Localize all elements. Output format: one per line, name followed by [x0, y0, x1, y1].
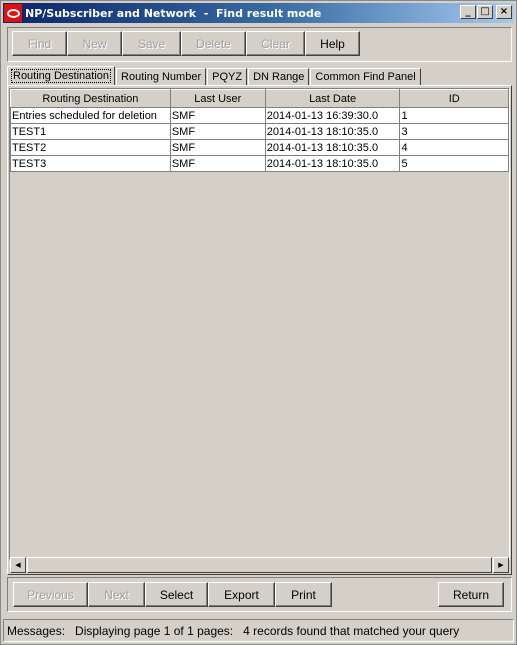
minimize-icon: _: [465, 6, 471, 17]
window-title: NP/Subscriber and Network - Find result …: [25, 6, 322, 20]
status-bar: Messages: Displaying page 1 of 1 pages: …: [3, 619, 514, 642]
close-button[interactable]: ×: [496, 5, 512, 19]
cell-id: 5: [399, 155, 509, 172]
delete-button[interactable]: Delete: [181, 31, 246, 56]
clear-button[interactable]: Clear: [246, 31, 305, 56]
cell-last-user: SMF: [169, 155, 266, 172]
scroll-left-button[interactable]: ◀: [10, 557, 26, 573]
tab-panel: Routing Destination Last User Last Date …: [7, 85, 512, 575]
results-table-container: Routing Destination Last User Last Date …: [9, 88, 510, 560]
tab-label: Routing Destination: [10, 69, 112, 83]
scroll-left-icon: ◀: [15, 561, 21, 569]
tab-bar: Routing Destination Routing Number PQYZ …: [7, 66, 422, 85]
table-header-row: Routing Destination Last User Last Date …: [10, 89, 509, 108]
maximize-button[interactable]: □: [477, 5, 493, 19]
cell-last-date: 2014-01-13 18:10:35.0: [264, 139, 401, 156]
navigation-bar: Previous Next Select Export Print Return: [7, 577, 512, 612]
cell-routing-destination: TEST3: [10, 155, 171, 172]
cell-id: 4: [399, 139, 509, 156]
title-bar[interactable]: NP/Subscriber and Network - Find result …: [3, 3, 514, 23]
tab-label: Routing Number: [121, 71, 202, 83]
cell-routing-destination: TEST2: [10, 139, 171, 156]
column-header-routing-destination[interactable]: Routing Destination: [10, 89, 171, 108]
horizontal-scrollbar[interactable]: ◀ ▶: [10, 556, 509, 573]
cell-id: 1: [399, 107, 509, 124]
tab-dn-range[interactable]: DN Range: [248, 68, 310, 85]
scrollbar-thumb[interactable]: [27, 557, 492, 573]
tab-pqyz[interactable]: PQYZ: [207, 68, 248, 85]
cell-last-date: 2014-01-13 18:10:35.0: [264, 123, 401, 140]
previous-button[interactable]: Previous: [13, 582, 88, 607]
new-button[interactable]: New: [67, 31, 122, 56]
next-button[interactable]: Next: [88, 582, 145, 607]
print-button[interactable]: Print: [275, 582, 332, 607]
cell-last-user: SMF: [169, 123, 266, 140]
tab-routing-destination[interactable]: Routing Destination: [7, 66, 116, 85]
save-button[interactable]: Save: [122, 31, 181, 56]
cell-last-user: SMF: [169, 107, 266, 124]
cell-routing-destination: TEST1: [10, 123, 171, 140]
column-header-last-user[interactable]: Last User: [169, 89, 266, 108]
tab-label: Common Find Panel: [315, 71, 416, 83]
select-button[interactable]: Select: [145, 582, 208, 607]
close-icon: ×: [499, 6, 509, 17]
help-button[interactable]: Help: [305, 31, 360, 56]
cell-last-date: 2014-01-13 18:10:35.0: [264, 155, 401, 172]
app-window: NP/Subscriber and Network - Find result …: [0, 0, 517, 645]
maximize-icon: □: [480, 6, 490, 17]
oracle-logo-icon: [4, 4, 22, 22]
return-button[interactable]: Return: [438, 582, 504, 607]
cell-id: 3: [399, 123, 509, 140]
toolbar: Find New Save Delete Clear Help: [7, 27, 512, 62]
find-button[interactable]: Find: [12, 31, 67, 56]
tab-common-find-panel[interactable]: Common Find Panel: [310, 68, 421, 85]
table-row[interactable]: TEST1 SMF 2014-01-13 18:10:35.0 3: [10, 123, 509, 140]
scroll-right-icon: ▶: [498, 561, 504, 569]
column-header-last-date[interactable]: Last Date: [264, 89, 401, 108]
tab-label: DN Range: [253, 71, 305, 83]
export-button[interactable]: Export: [208, 582, 275, 607]
column-header-id[interactable]: ID: [399, 89, 509, 108]
scroll-right-button[interactable]: ▶: [493, 557, 509, 573]
cell-last-date: 2014-01-13 16:39:30.0: [264, 107, 401, 124]
results-table: Routing Destination Last User Last Date …: [10, 89, 509, 172]
tab-label: PQYZ: [212, 71, 243, 83]
tab-routing-number[interactable]: Routing Number: [116, 68, 207, 85]
table-row[interactable]: TEST3 SMF 2014-01-13 18:10:35.0 5: [10, 155, 509, 172]
minimize-button[interactable]: _: [460, 5, 476, 19]
table-row[interactable]: TEST2 SMF 2014-01-13 18:10:35.0 4: [10, 139, 509, 156]
table-row[interactable]: Entries scheduled for deletion SMF 2014-…: [10, 107, 509, 124]
cell-routing-destination: Entries scheduled for deletion: [10, 107, 171, 124]
cell-last-user: SMF: [169, 139, 266, 156]
